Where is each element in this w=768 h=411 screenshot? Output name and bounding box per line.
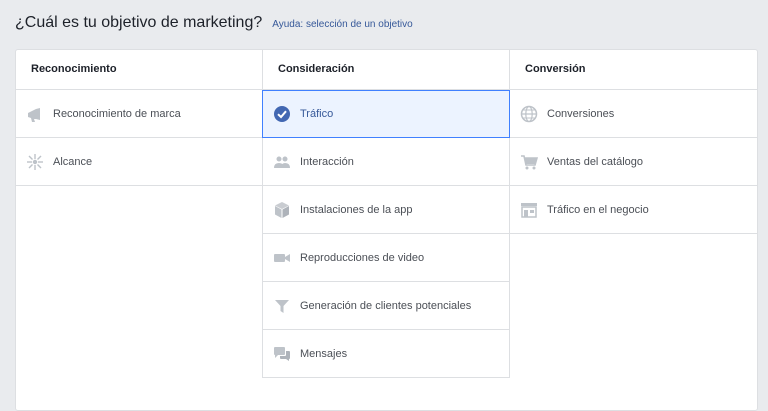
option-conversiones[interactable]: Conversiones xyxy=(510,90,757,138)
option-trafico[interactable]: Tráfico xyxy=(262,90,510,138)
option-reconocimiento-de-marca[interactable]: Reconocimiento de marca xyxy=(16,90,262,138)
cart-icon xyxy=(520,153,538,171)
option-generacion-de-clientes[interactable]: Generación de clientes potenciales xyxy=(262,282,510,330)
check-icon xyxy=(273,105,291,123)
option-label: Tráfico en el negocio xyxy=(547,203,649,216)
option-reproducciones-de-video[interactable]: Reproducciones de video xyxy=(262,234,510,282)
option-label: Alcance xyxy=(53,155,93,168)
option-alcance[interactable]: Alcance xyxy=(16,138,262,186)
option-mensajes[interactable]: Mensajes xyxy=(262,330,510,378)
column-conversion: Conversión Conversiones Ventas del catál… xyxy=(510,50,757,234)
store-icon xyxy=(520,201,538,219)
box-icon xyxy=(273,201,291,219)
column-reconocimiento: Reconocimiento Reconocimiento de marca A… xyxy=(16,50,262,186)
globe-icon xyxy=(520,105,538,123)
option-label: Tráfico xyxy=(300,108,334,120)
megaphone-icon xyxy=(26,105,44,123)
people-icon xyxy=(273,153,291,171)
chat-icon xyxy=(273,345,291,363)
option-instalaciones-de-la-app[interactable]: Instalaciones de la app xyxy=(262,186,510,234)
option-interaccion[interactable]: Interacción xyxy=(262,138,510,186)
option-trafico-en-el-negocio[interactable]: Tráfico en el negocio xyxy=(510,186,757,234)
page-header: ¿Cuál es tu objetivo de marketing? Ayuda… xyxy=(15,14,413,32)
option-label: Generación de clientes potenciales xyxy=(300,299,472,312)
column-header: Conversión xyxy=(510,50,757,90)
option-label: Ventas del catálogo xyxy=(547,155,644,168)
option-label: Interacción xyxy=(300,155,354,168)
reach-icon xyxy=(26,153,44,171)
option-label: Reproducciones de video xyxy=(300,251,425,264)
column-header: Reconocimiento xyxy=(16,50,262,90)
help-link[interactable]: Ayuda: selección de un objetivo xyxy=(272,19,412,30)
option-ventas-del-catalogo[interactable]: Ventas del catálogo xyxy=(510,138,757,186)
option-label: Mensajes xyxy=(300,347,348,360)
column-header: Consideración xyxy=(262,50,510,90)
option-label: Conversiones xyxy=(547,107,615,120)
option-label: Instalaciones de la app xyxy=(300,203,413,216)
funnel-icon xyxy=(273,297,291,315)
video-icon xyxy=(273,249,291,267)
objectives-panel: Reconocimiento Reconocimiento de marca A… xyxy=(15,49,758,411)
column-consideracion: Consideración Tráfico Interacción Instal… xyxy=(262,50,510,378)
option-label: Reconocimiento de marca xyxy=(53,107,181,120)
page-title: ¿Cuál es tu objetivo de marketing? xyxy=(15,14,263,31)
